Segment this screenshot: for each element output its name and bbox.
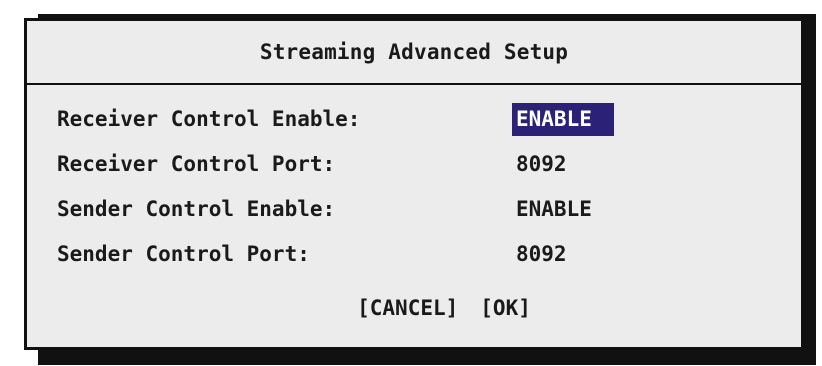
setting-row-receiver-control-port: Receiver Control Port: 8092 [57, 142, 777, 187]
dialog-buttons: [CANCEL] [OK] [27, 296, 801, 320]
cancel-button[interactable]: [CANCEL] [357, 296, 458, 320]
receiver-control-port-value[interactable]: 8092 [512, 148, 589, 181]
receiver-control-enable-value[interactable]: ENABLE [512, 103, 614, 136]
sender-control-enable-value[interactable]: ENABLE [512, 193, 614, 226]
sender-control-port-value[interactable]: 8092 [512, 238, 589, 271]
dialog-title: Streaming Advanced Setup [27, 21, 801, 85]
ok-button[interactable]: [OK] [480, 296, 531, 320]
setting-row-sender-control-port: Sender Control Port: 8092 [57, 232, 777, 277]
streaming-advanced-setup-dialog: Streaming Advanced Setup Receiver Contro… [24, 18, 804, 350]
setting-label: Receiver Control Port: [57, 152, 336, 176]
setting-label: Sender Control Port: [57, 242, 310, 266]
settings-list: Receiver Control Enable: ENABLE Receiver… [57, 97, 777, 277]
setting-row-receiver-control-enable: Receiver Control Enable: ENABLE [57, 97, 777, 142]
setting-label: Sender Control Enable: [57, 197, 336, 221]
setting-row-sender-control-enable: Sender Control Enable: ENABLE [57, 187, 777, 232]
setting-label: Receiver Control Enable: [57, 107, 361, 131]
